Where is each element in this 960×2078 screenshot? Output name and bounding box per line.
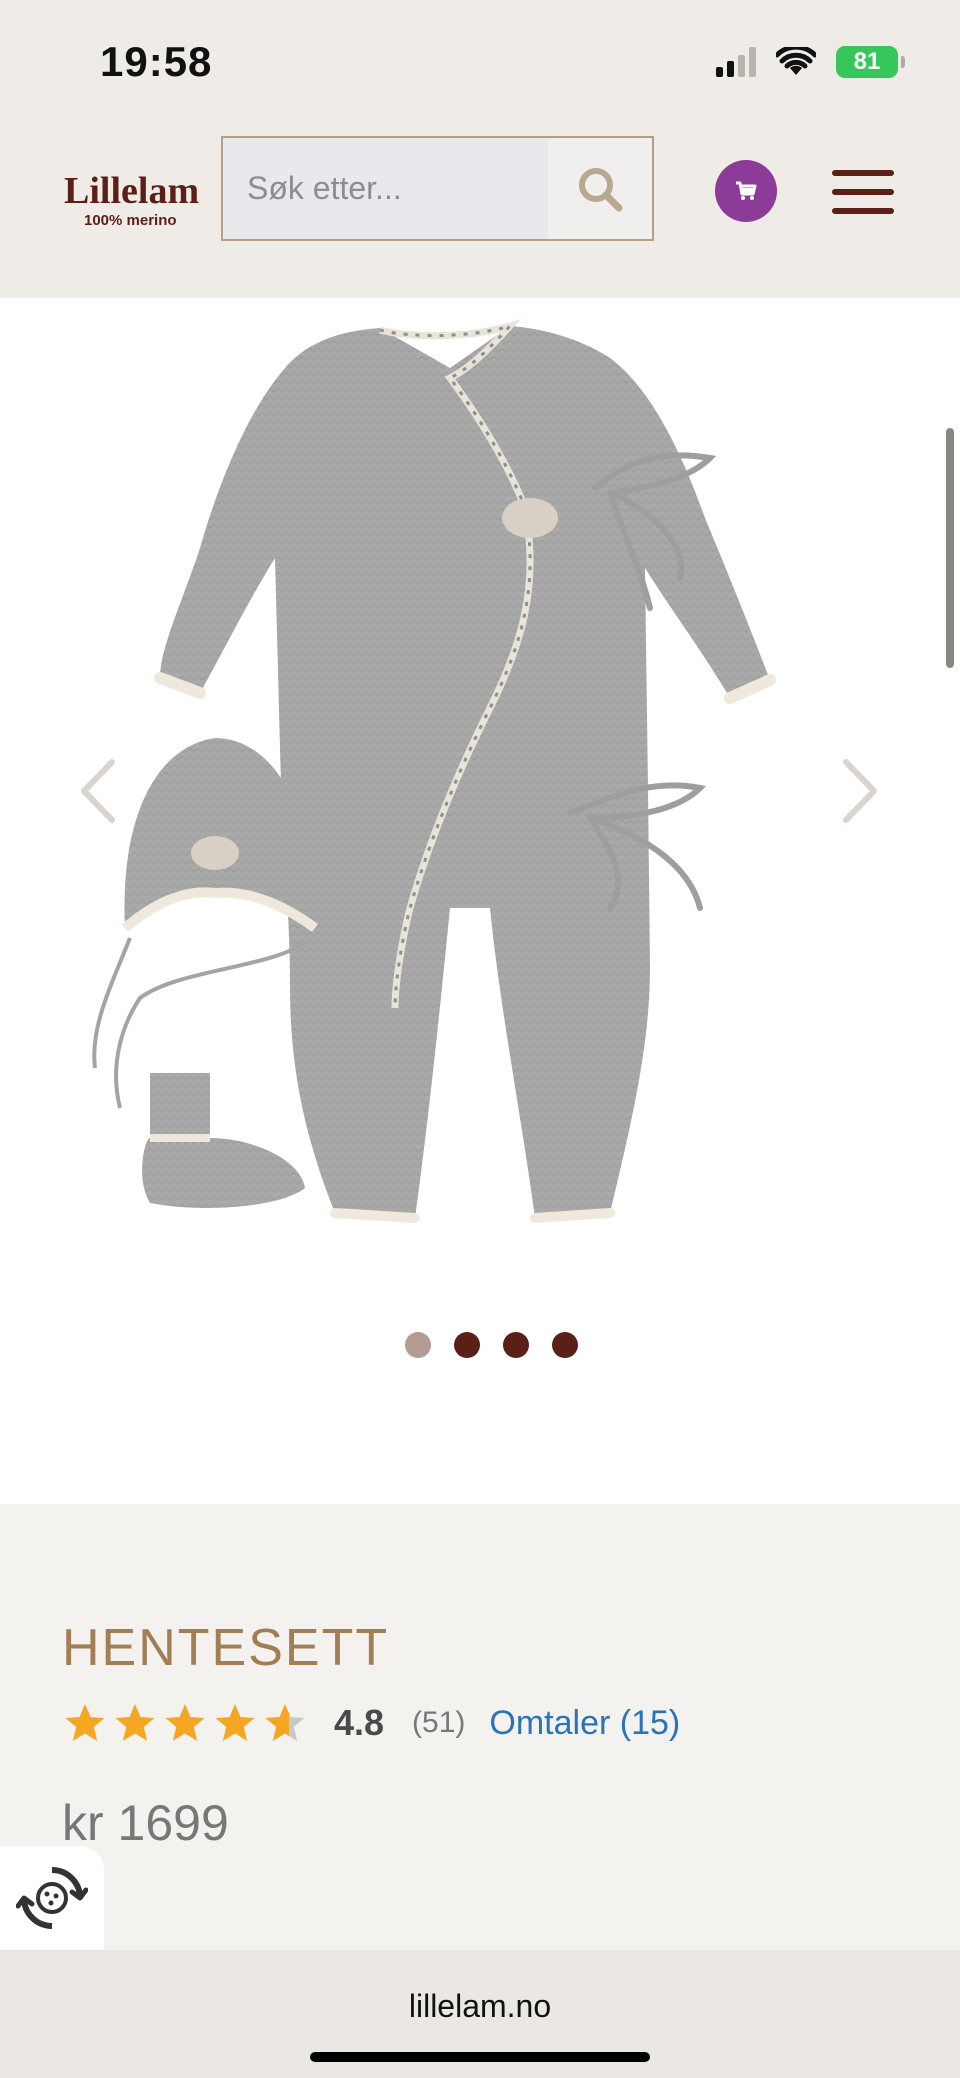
search-button[interactable]	[548, 138, 652, 239]
partial-star-icon	[265, 1704, 305, 1741]
star-icon	[65, 1704, 105, 1741]
star-icon	[165, 1704, 205, 1741]
cart-button[interactable]	[715, 160, 777, 222]
rating-stars	[64, 1703, 306, 1743]
product-image[interactable]	[50, 308, 910, 1268]
rating-value: 4.8	[334, 1702, 385, 1743]
url-text[interactable]: lillelam.no	[0, 1988, 960, 2025]
carousel-dot[interactable]	[552, 1332, 578, 1358]
hamburger-menu-icon[interactable]	[832, 170, 894, 214]
home-indicator[interactable]	[310, 2052, 650, 2062]
star-icon	[215, 1704, 255, 1741]
search-icon	[579, 167, 623, 211]
page-scrollbar[interactable]	[946, 428, 954, 668]
lillelam-logo[interactable]: Lillelam 100% merino	[64, 172, 199, 229]
site-header: Lillelam 100% merino Søk etter...	[0, 120, 960, 298]
carousel-dot[interactable]	[503, 1332, 529, 1358]
carousel-dot[interactable]	[454, 1332, 480, 1358]
product-title: HENTESETT	[62, 1619, 390, 1677]
reviews-link[interactable]: Omtaler (15)	[489, 1704, 680, 1743]
star-icon	[115, 1704, 155, 1741]
status-icons: 81	[716, 46, 905, 78]
product-gallery	[0, 298, 960, 1504]
carousel-dots	[405, 1332, 578, 1358]
battery-icon: 81	[836, 46, 905, 78]
rating-count: (51)	[412, 1706, 466, 1739]
cellular-signal-icon	[716, 47, 756, 77]
logo-tagline: 100% merino	[84, 212, 177, 229]
product-info: HENTESETT 4.8 (51) Omtaler (15) kr 1699	[0, 1504, 960, 1950]
recycle-cookie-icon	[16, 1867, 88, 1929]
carousel-dot[interactable]	[405, 1332, 431, 1358]
search-input[interactable]: Søk etter...	[223, 138, 548, 239]
previous-image-arrow-icon[interactable]	[78, 758, 118, 824]
floating-widget-button[interactable]	[0, 1846, 104, 1950]
product-rating[interactable]: 4.8 (51) Omtaler (15)	[64, 1702, 680, 1744]
logo-name: Lillelam	[64, 170, 200, 212]
next-image-arrow-icon[interactable]	[840, 758, 880, 824]
product-price: kr 1699	[62, 1795, 229, 1851]
cart-icon	[736, 181, 757, 200]
wifi-icon	[776, 47, 816, 75]
browser-url-bar: lillelam.no	[0, 1950, 960, 2078]
status-time: 19:58	[100, 38, 213, 85]
battery-level: 81	[853, 48, 881, 75]
status-bar: 19:58 81	[0, 0, 960, 120]
search-box: Søk etter...	[221, 136, 654, 241]
